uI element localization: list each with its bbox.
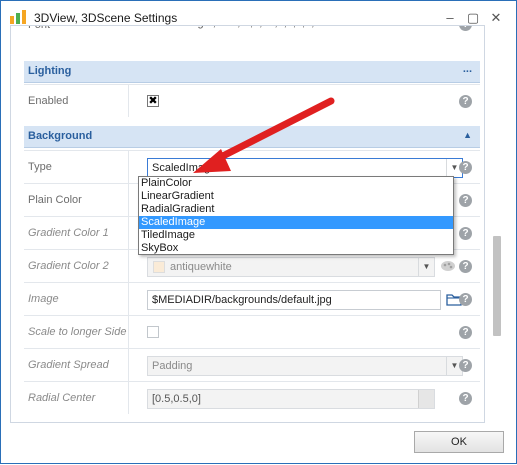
- label-divider: [128, 250, 129, 282]
- window-title: 3DView, 3DScene Settings: [34, 11, 178, 25]
- help-icon[interactable]: ?: [459, 392, 472, 405]
- type-label: Type: [28, 161, 52, 173]
- collapse-icon[interactable]: ▲: [463, 130, 472, 140]
- font-value[interactable]: MS Shell Dlg 2,8.25,-1,5,50,0,0,0,0,0: [136, 26, 456, 34]
- scale-longer-checkbox[interactable]: [147, 326, 159, 338]
- label-divider: [128, 217, 129, 249]
- gradient-spread-value: Padding: [152, 360, 193, 372]
- gradient-color-2-select[interactable]: antiquewhite ▼: [147, 257, 435, 277]
- spin-button[interactable]: [418, 390, 434, 408]
- label-divider: [128, 151, 129, 183]
- help-icon[interactable]: ?: [459, 260, 472, 273]
- help-icon[interactable]: ?: [459, 26, 472, 31]
- dropdown-option[interactable]: RadialGradient: [139, 203, 453, 216]
- radial-center-input[interactable]: [0.5,0.5,0]: [147, 389, 435, 409]
- section-lighting[interactable]: Lighting ...: [24, 61, 480, 83]
- type-dropdown-list[interactable]: PlainColor LinearGradient RadialGradient…: [138, 176, 454, 255]
- image-label: Image: [28, 293, 59, 305]
- plain-color-label: Plain Color: [28, 194, 82, 206]
- help-icon[interactable]: ?: [459, 161, 472, 174]
- gradient-spread-row: Gradient Spread Padding ▼ ?: [24, 348, 480, 381]
- dropdown-option[interactable]: PlainColor: [139, 177, 453, 190]
- gradient-spread-select[interactable]: Padding ▼: [147, 356, 463, 376]
- dropdown-option[interactable]: TiledImage: [139, 229, 453, 242]
- font-label: Font: [28, 25, 51, 31]
- label-divider: [128, 349, 129, 381]
- radial-center-value: [0.5,0.5,0]: [152, 393, 201, 405]
- font-row: Font MS Shell Dlg 2,8.25,-1,5,50,0,0,0,0…: [24, 25, 480, 38]
- vertical-scrollbar[interactable]: [490, 25, 504, 425]
- color-swatch: [153, 261, 165, 273]
- scrollbar-thumb[interactable]: [493, 236, 501, 336]
- help-icon[interactable]: ?: [459, 326, 472, 339]
- help-icon[interactable]: ?: [459, 227, 472, 240]
- dropdown-option[interactable]: SkyBox: [139, 242, 453, 255]
- section-lighting-title: Lighting: [28, 65, 72, 77]
- dropdown-option[interactable]: LinearGradient: [139, 190, 453, 203]
- type-select[interactable]: ScaledImage ▼: [147, 158, 463, 178]
- type-select-value: ScaledImage: [152, 162, 217, 174]
- enabled-checkbox[interactable]: ✖: [147, 95, 159, 107]
- gradient-color-2-label: Gradient Color 2: [28, 260, 109, 272]
- chevron-down-icon[interactable]: ▼: [418, 258, 434, 276]
- dropdown-option-selected[interactable]: ScaledImage: [139, 216, 453, 229]
- radial-center-label: Radial Center: [28, 392, 96, 404]
- ok-button[interactable]: OK: [414, 431, 504, 453]
- label-divider: [128, 85, 129, 117]
- help-icon[interactable]: ?: [459, 359, 472, 372]
- gradient-color-2-value: antiquewhite: [170, 261, 232, 273]
- enabled-row: Enabled ✖ ?: [24, 84, 480, 117]
- help-icon[interactable]: ?: [459, 194, 472, 207]
- gradient-spread-label: Gradient Spread: [28, 359, 109, 371]
- scale-longer-row: Scale to longer Side ?: [24, 315, 480, 348]
- palette-icon[interactable]: [440, 260, 456, 272]
- gradient-color-1-label: Gradient Color 1: [28, 227, 109, 239]
- enabled-label: Enabled: [28, 95, 69, 107]
- app-logo-icon: [10, 10, 26, 24]
- label-divider: [128, 283, 129, 315]
- more-icon[interactable]: ...: [463, 63, 472, 75]
- image-path-input[interactable]: $MEDIADIR/backgrounds/default.jpg: [147, 290, 441, 310]
- label-divider: [128, 382, 129, 414]
- section-background[interactable]: Background ▲: [24, 126, 480, 148]
- radial-center-row: Radial Center [0.5,0.5,0] ?: [24, 381, 480, 414]
- settings-window: 3DView, 3DScene Settings – ▢ ✕ Font MS S…: [0, 0, 517, 464]
- label-divider: [128, 184, 129, 216]
- image-row: Image $MEDIADIR/backgrounds/default.jpg …: [24, 282, 480, 315]
- label-divider: [128, 316, 129, 348]
- help-icon[interactable]: ?: [459, 95, 472, 108]
- help-icon[interactable]: ?: [459, 293, 472, 306]
- section-background-title: Background: [28, 130, 93, 142]
- scale-longer-label: Scale to longer Side: [28, 326, 127, 338]
